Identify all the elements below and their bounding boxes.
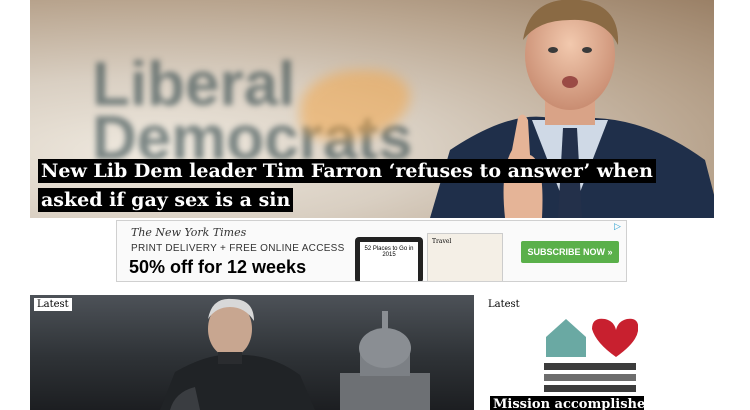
latest-story-tile[interactable]: Latest	[30, 295, 474, 410]
latest-story-tile-2[interactable]: Latest Mission accomplished!	[484, 295, 644, 410]
nyt-advertisement[interactable]: The New York Times PRINT DELIVERY + FREE…	[116, 220, 627, 282]
ad-discount-line: 50% off for 12 weeks	[129, 257, 307, 277]
capitol-building-image	[340, 311, 430, 410]
hero-headline[interactable]: New Lib Dem leader Tim Farron ‘refuses t…	[38, 157, 708, 215]
ad-tablet-image: 52 Places to Go in 2015	[355, 237, 423, 281]
latest-badge: Latest	[488, 299, 520, 310]
tile-caption[interactable]: Mission accomplished!	[490, 396, 644, 410]
equality-house-heart-icon	[544, 318, 638, 392]
hero-headline-text[interactable]: New Lib Dem leader Tim Farron ‘refuses t…	[38, 159, 656, 212]
adchoices-icon[interactable]: ▷	[614, 222, 624, 232]
ad-tablet-screen-text: 52 Places to Go in 2015	[360, 242, 418, 281]
ad-offer-line: PRINT DELIVERY + FREE ONLINE ACCESS	[131, 243, 345, 254]
hero-story[interactable]: Liberal Democrats New Lib Dem leader Tim…	[30, 0, 714, 218]
subscribe-now-button[interactable]: SUBSCRIBE NOW »	[521, 241, 619, 263]
latest-badge: Latest	[34, 298, 72, 311]
ad-newspaper-image: Travel	[427, 233, 503, 281]
actor-photo	[160, 298, 315, 410]
ad-brand: The New York Times	[131, 226, 247, 239]
ad-newspaper-text: Travel	[432, 238, 452, 245]
